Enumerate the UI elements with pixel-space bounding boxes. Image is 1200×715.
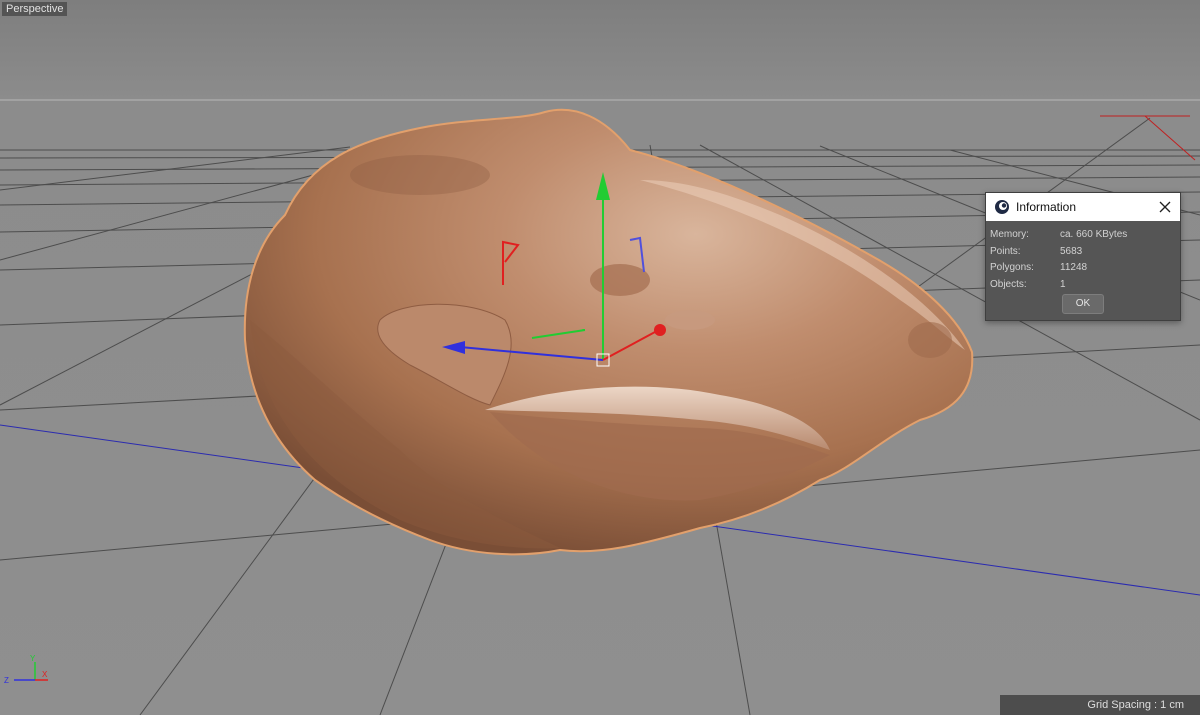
axis-indicator-y-label: Y [30,654,36,663]
info-value: 5683 [1060,245,1083,257]
info-value: ca. 660 KBytes [1060,229,1128,240]
scanned-model[interactable] [243,108,974,556]
viewport-name-label[interactable]: Perspective [2,2,68,16]
info-value: 11248 [1060,262,1088,273]
dialog-titlebar[interactable]: Information [986,193,1180,221]
cinema4d-icon [994,199,1010,215]
info-row-memory: Memory: ca. 660 KBytes [990,227,1180,244]
ok-button[interactable]: OK [1062,294,1104,314]
axis-indicator: Y Z X [2,650,52,686]
viewport-scene[interactable] [0,0,1200,715]
info-value: 1 [1060,278,1066,290]
world-x-axis-diag [1144,115,1196,161]
axis-indicator-x-label: X [42,670,48,679]
info-label: Points: [990,245,1021,257]
info-row-points: Points: 5683 [990,244,1180,261]
grid-spacing-status: Grid Spacing : 1 cm [1000,695,1200,715]
info-label: Polygons: [990,262,1034,273]
info-list: Memory: ca. 660 KBytes Points: 5683 Poly… [986,221,1180,293]
info-label: Memory: [990,229,1029,240]
info-row-polygons: Polygons: 11248 [990,260,1180,277]
info-row-objects: Objects: 1 [990,277,1180,294]
axis-indicator-z-label: Z [4,676,9,685]
dialog-title: Information [1016,200,1077,214]
gizmo-x-handle[interactable] [654,324,666,336]
3d-viewport[interactable]: Perspective Y Z X Grid Spacing : 1 cm In… [0,0,1200,715]
information-dialog[interactable]: Information Memory: ca. 660 KBytes Point… [985,192,1181,321]
close-icon[interactable] [1156,198,1174,216]
info-label: Objects: [990,278,1027,290]
